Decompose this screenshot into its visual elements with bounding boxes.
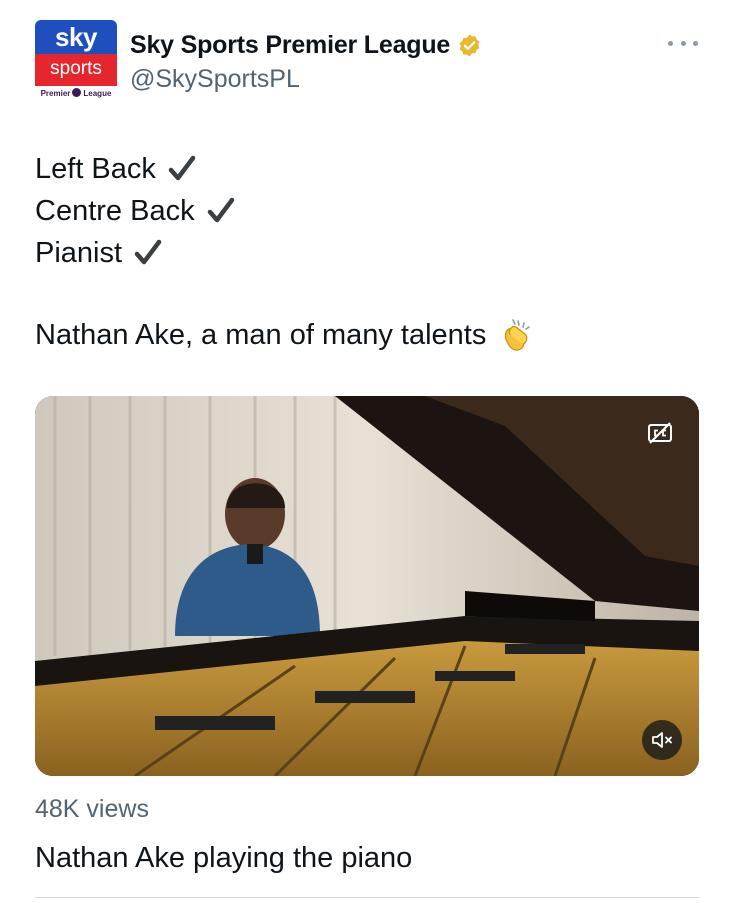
tweet-card[interactable]: sky sports Premier League Sky Sports Prem…: [0, 0, 734, 903]
avatar-premier-league-text: Premier League: [35, 86, 117, 102]
tweet-line: Left Back: [35, 148, 237, 190]
author-name-row[interactable]: Sky Sports Premier League: [130, 28, 482, 62]
video-player[interactable]: [35, 396, 699, 776]
dot: [680, 40, 686, 46]
tweet-line: Centre Back: [35, 190, 237, 232]
tweet-line: Pianist: [35, 232, 237, 274]
divider: [35, 897, 699, 898]
avatar-sky-text: sky: [35, 20, 117, 54]
mute-toggle-button[interactable]: [642, 720, 682, 760]
check-mark-icon: [134, 239, 162, 265]
tweet-sentence-text: Nathan Ake, a man of many talents: [35, 318, 487, 351]
avatar-pl-right: League: [83, 89, 112, 98]
video-frame: [35, 396, 699, 776]
avatar-sports-text: sports: [35, 54, 117, 86]
display-name[interactable]: Sky Sports Premier League: [130, 31, 450, 60]
avatar[interactable]: sky sports Premier League: [35, 20, 117, 102]
clapping-hands-icon: [505, 319, 531, 351]
handle[interactable]: @SkySportsPL: [130, 65, 300, 94]
view-count: 48K views: [35, 795, 149, 823]
speaker-muted-icon: [652, 732, 672, 748]
check-mark-icon: [168, 155, 196, 181]
verified-badge-icon[interactable]: [457, 33, 482, 58]
tweet-line-text: Centre Back: [35, 195, 195, 227]
video-caption: Nathan Ake playing the piano: [35, 842, 413, 874]
tweet-line-text: Pianist: [35, 237, 123, 269]
dot: [668, 40, 673, 46]
closed-captions-icon[interactable]: [647, 420, 673, 446]
more-options-icon[interactable]: [668, 33, 698, 53]
dot: [693, 40, 698, 46]
tweet-line-text: Left Back: [35, 153, 156, 185]
avatar-pl-left: Premier: [40, 89, 71, 98]
check-mark-icon: [207, 197, 234, 223]
tweet-text: Left Back Centre Back Pianist: [35, 148, 237, 274]
tweet-sentence: Nathan Ake, a man of many talents: [35, 314, 536, 356]
lion-icon: [72, 88, 82, 97]
